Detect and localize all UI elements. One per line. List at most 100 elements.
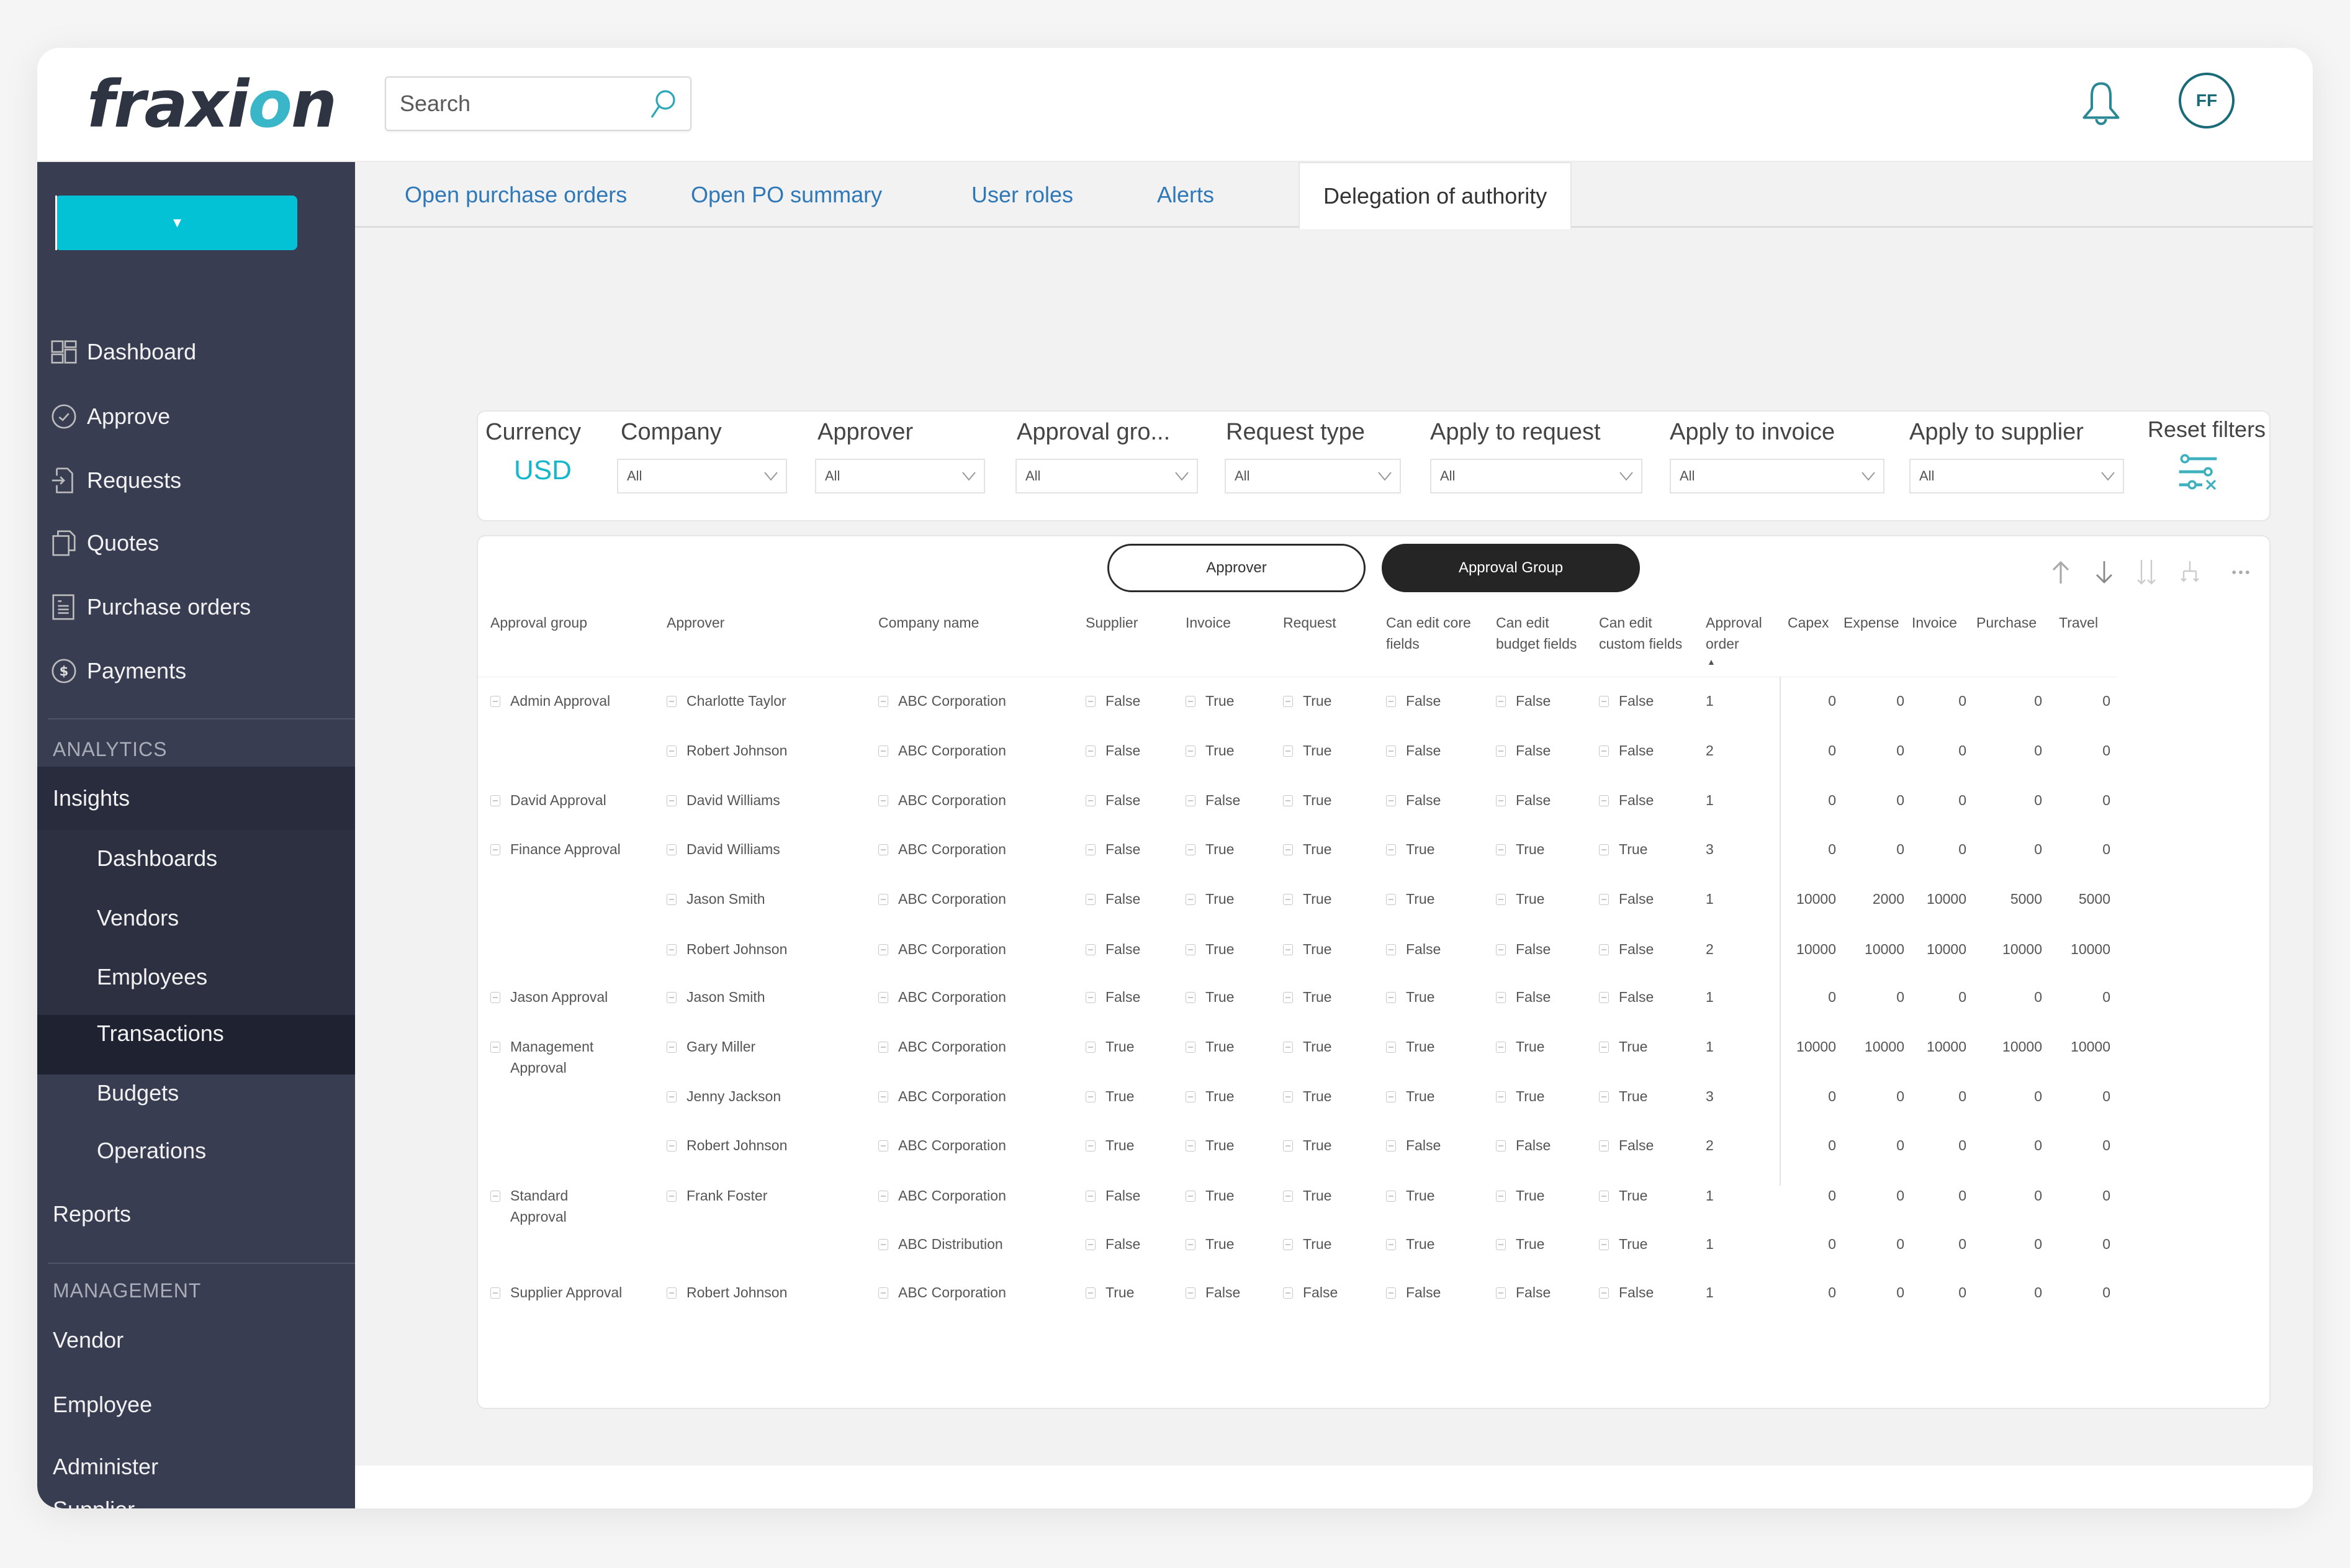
collapse-toggle-icon[interactable] <box>1086 992 1096 1003</box>
collapse-toggle-icon[interactable] <box>667 944 677 955</box>
collapse-toggle-icon[interactable] <box>1599 1191 1609 1202</box>
apply-to-invoice-select[interactable]: All <box>1670 459 1884 493</box>
collapse-toggle-icon[interactable] <box>1283 746 1293 757</box>
collapse-toggle-icon[interactable] <box>878 944 888 955</box>
table-row[interactable]: Jason Smith ABC Corporation False True True T… <box>478 888 2154 926</box>
sidebar-item-purchase-orders[interactable]: Purchase orders <box>50 588 251 626</box>
fraxion-logo[interactable]: fraxion <box>87 66 337 142</box>
sidebar-item-approve[interactable]: Approve <box>50 398 170 435</box>
collapse-toggle-icon[interactable] <box>1283 1239 1293 1250</box>
column-header-supplier[interactable]: Supplier <box>1086 612 1138 633</box>
submenu-item-vendors[interactable]: Vendors <box>97 899 179 937</box>
collapse-toggle-icon[interactable] <box>1186 1140 1195 1151</box>
collapse-toggle-icon[interactable] <box>878 1140 888 1151</box>
reset-filters-icon[interactable] <box>2176 453 2220 491</box>
tab-user-roles[interactable]: User roles <box>948 162 1097 228</box>
submenu-item-transactions[interactable]: Transactions <box>97 1015 224 1052</box>
collapse-toggle-icon[interactable] <box>1283 1042 1293 1053</box>
tab-open-po-summary[interactable]: Open PO summary <box>667 162 906 228</box>
collapse-toggle-icon[interactable] <box>1186 1191 1195 1202</box>
collapse-toggle-icon[interactable] <box>667 696 677 707</box>
collapse-toggle-icon[interactable] <box>1599 992 1609 1003</box>
collapse-toggle-icon[interactable] <box>667 844 677 855</box>
collapse-toggle-icon[interactable] <box>878 746 888 757</box>
collapse-toggle-icon[interactable] <box>1496 992 1506 1003</box>
collapse-toggle-icon[interactable] <box>490 795 500 806</box>
collapse-toggle-icon[interactable] <box>1283 1191 1293 1202</box>
collapse-toggle-icon[interactable] <box>1386 992 1396 1003</box>
collapse-toggle-icon[interactable] <box>1496 696 1506 707</box>
collapse-toggle-icon[interactable] <box>1186 1091 1195 1102</box>
collapse-toggle-icon[interactable] <box>878 1239 888 1250</box>
collapse-toggle-icon[interactable] <box>878 1042 888 1053</box>
collapse-toggle-icon[interactable] <box>878 795 888 806</box>
column-header-approval-group[interactable]: Approval group <box>490 612 587 633</box>
collapse-toggle-icon[interactable] <box>1186 1287 1195 1299</box>
column-header-invoice[interactable]: Invoice <box>1186 612 1231 633</box>
collapse-toggle-icon[interactable] <box>1386 1239 1396 1250</box>
collapse-toggle-icon[interactable] <box>490 844 500 855</box>
collapse-toggle-icon[interactable] <box>490 696 500 707</box>
collapse-toggle-icon[interactable] <box>1283 1287 1293 1299</box>
collapse-toggle-icon[interactable] <box>1186 795 1195 806</box>
tab-open-purchase-orders[interactable]: Open purchase orders <box>381 162 651 228</box>
collapse-toggle-icon[interactable] <box>1186 1239 1195 1250</box>
collapse-toggle-icon[interactable] <box>878 1191 888 1202</box>
collapse-toggle-icon[interactable] <box>878 894 888 905</box>
submenu-item-employees[interactable]: Employees <box>97 958 207 996</box>
collapse-toggle-icon[interactable] <box>1186 844 1195 855</box>
collapse-toggle-icon[interactable] <box>1599 944 1609 955</box>
expand-all-icon[interactable] <box>2134 559 2159 586</box>
collapse-toggle-icon[interactable] <box>1386 944 1396 955</box>
collapse-toggle-icon[interactable] <box>1496 746 1506 757</box>
collapse-toggle-icon[interactable] <box>1283 1140 1293 1151</box>
collapse-toggle-icon[interactable] <box>1386 1287 1396 1299</box>
hierarchy-icon[interactable] <box>2177 559 2202 586</box>
collapse-toggle-icon[interactable] <box>1386 1191 1396 1202</box>
table-row[interactable]: Jenny Jackson ABC Corporation True True True… <box>478 1086 2154 1123</box>
submenu-item-budgets[interactable]: Budgets <box>97 1075 179 1112</box>
sidebar-item-supplier[interactable]: Supplier <box>53 1497 135 1508</box>
collapse-toggle-icon[interactable] <box>1496 1140 1506 1151</box>
collapse-toggle-icon[interactable] <box>1386 1091 1396 1102</box>
column-header-can-edit-core-fields[interactable]: Can edit core fields <box>1386 612 1485 654</box>
collapse-toggle-icon[interactable] <box>1086 1191 1096 1202</box>
collapse-toggle-icon[interactable] <box>1386 844 1396 855</box>
collapse-toggle-icon[interactable] <box>667 894 677 905</box>
table-row[interactable]: Finance Approval David Williams ABC Corpor… <box>478 839 2154 876</box>
table-row[interactable]: Robert Johnson ABC Corporation False True Tr… <box>478 939 2154 976</box>
collapse-toggle-icon[interactable] <box>1186 696 1195 707</box>
approver-select[interactable]: All <box>815 459 985 493</box>
request-type-select[interactable]: All <box>1225 459 1401 493</box>
collapse-toggle-icon[interactable] <box>1186 944 1195 955</box>
submenu-item-dashboards[interactable]: Dashboards <box>97 840 217 877</box>
column-header-invoice-limit[interactable]: Invoice <box>1912 612 1957 633</box>
tab-alerts[interactable]: Alerts <box>1133 162 1238 228</box>
collapse-toggle-icon[interactable] <box>878 992 888 1003</box>
table-row[interactable]: David Approval David Williams ABC Corporat… <box>478 790 2154 827</box>
sidebar-item-reports[interactable]: Reports <box>53 1196 131 1233</box>
collapse-toggle-icon[interactable] <box>1283 696 1293 707</box>
collapse-toggle-icon[interactable] <box>1496 1042 1506 1053</box>
collapse-toggle-icon[interactable] <box>1496 844 1506 855</box>
collapse-toggle-icon[interactable] <box>1086 1287 1096 1299</box>
collapse-toggle-icon[interactable] <box>667 1140 677 1151</box>
table-row[interactable]: ABC Distribution False True True True True Tru… <box>478 1233 2154 1271</box>
collapse-toggle-icon[interactable] <box>1496 1239 1506 1250</box>
collapse-toggle-icon[interactable] <box>1599 894 1609 905</box>
table-row[interactable]: Supplier Approval Robert Johnson ABC Corpo… <box>478 1282 2154 1319</box>
reset-filters-label[interactable]: Reset filters <box>2148 417 2266 443</box>
collapse-toggle-icon[interactable] <box>1599 844 1609 855</box>
collapse-toggle-icon[interactable] <box>1599 1091 1609 1102</box>
collapse-toggle-icon[interactable] <box>1386 795 1396 806</box>
apply-to-request-select[interactable]: All <box>1430 459 1642 493</box>
collapse-toggle-icon[interactable] <box>1599 1287 1609 1299</box>
more-options-icon[interactable] <box>2230 559 2252 586</box>
collapse-toggle-icon[interactable] <box>490 1191 500 1202</box>
table-row[interactable]: Management Approval Gary Miller ABC Corpor… <box>478 1036 2154 1076</box>
collapse-toggle-icon[interactable] <box>490 1287 500 1299</box>
collapse-toggle-icon[interactable] <box>667 992 677 1003</box>
sidebar-item-insights[interactable]: Insights <box>53 780 130 817</box>
collapse-toggle-icon[interactable] <box>1186 746 1195 757</box>
collapse-toggle-icon[interactable] <box>1186 894 1195 905</box>
